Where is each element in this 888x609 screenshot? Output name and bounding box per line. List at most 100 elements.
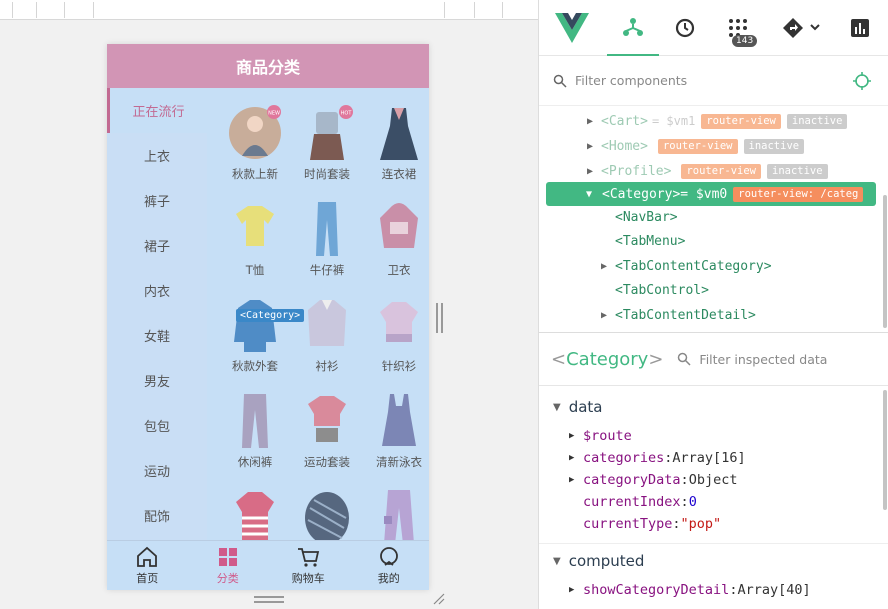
bar-chart-icon — [851, 19, 869, 37]
tab-label: 我的 — [377, 572, 400, 585]
history-icon — [675, 18, 695, 38]
category-menu-item[interactable]: 男友 — [107, 358, 207, 403]
expand-arrow-icon[interactable]: ▼ — [586, 189, 592, 200]
component-highlight-label: <Category> — [236, 309, 305, 322]
striped-coat-icon — [300, 488, 354, 540]
tab-cart[interactable]: 购物车 — [268, 541, 349, 590]
tree-node[interactable]: ▶ <Cart> = $vm1 router-view inactive — [587, 110, 848, 132]
expand-arrow-icon[interactable]: ▶ — [569, 475, 583, 485]
category-grid-item[interactable]: 针织衫 — [363, 276, 429, 374]
tree-node-child[interactable]: ▶ <TabContentCategory> — [601, 255, 772, 277]
category-grid-item[interactable]: 清新泳衣 — [363, 372, 429, 470]
category-grid-item[interactable]: 秋款外套 — [219, 276, 291, 374]
filter-inspected-input[interactable] — [699, 351, 840, 367]
swimsuit-icon — [372, 392, 426, 450]
category-grid-item[interactable]: 衬衫 — [291, 276, 363, 374]
data-row[interactable]: ▶ $route — [569, 426, 632, 446]
resize-handle-vertical[interactable] — [436, 303, 444, 333]
tree-node-vm: = $vm1 — [651, 114, 696, 128]
expand-arrow-icon[interactable]: ▶ — [569, 453, 583, 463]
component-tree: ▶ <Cart> = $vm1 router-view inactive ▶ <Home> r… — [539, 110, 888, 330]
category-grid-item[interactable]: 卫衣 — [363, 180, 429, 278]
data-row[interactable]: currentType: "pop" — [569, 514, 721, 534]
device-ruler — [0, 0, 538, 20]
profile-icon — [379, 547, 398, 566]
category-grid-item[interactable]: HOT 时尚套装 — [291, 88, 363, 182]
data-row[interactable]: ▶ categories: Array[16] — [569, 448, 746, 468]
data-row[interactable]: ▶ categoryData: Object — [569, 470, 737, 490]
data-key: showCategoryDetail — [583, 582, 730, 598]
vuex-tab[interactable] — [713, 0, 763, 56]
data-value: 0 — [688, 494, 697, 510]
computed-section-header[interactable]: ▼ computed — [553, 552, 644, 570]
components-tab[interactable] — [607, 0, 659, 56]
category-grid-item[interactable] — [219, 468, 291, 540]
expand-arrow-icon[interactable]: ▶ — [569, 585, 583, 595]
expand-arrow-icon[interactable]: ▶ — [587, 116, 601, 127]
category-menu-item[interactable]: 运动 — [107, 448, 207, 493]
tree-node[interactable]: ▶ <Home> router-view inactive — [587, 135, 805, 157]
category-menu-item[interactable]: 正在流行 — [107, 88, 207, 133]
tree-node[interactable]: ▶ <Profile> router-view inactive — [587, 160, 828, 182]
expand-arrow-icon[interactable]: ▶ — [587, 166, 601, 177]
data-key: categoryData — [583, 472, 681, 488]
category-grid-item[interactable]: 牛仔裤 — [291, 180, 363, 278]
category-grid-item[interactable]: 连衣裙 — [363, 88, 429, 182]
category-menu-item[interactable]: 内衣 — [107, 268, 207, 313]
expand-arrow-icon[interactable]: ▶ — [601, 261, 615, 272]
tab-label: 分类 — [216, 572, 239, 585]
category-menu-item[interactable]: 包包 — [107, 403, 207, 448]
cargo-pants-icon — [372, 488, 426, 540]
timeline-tab[interactable] — [660, 0, 710, 56]
category-grid-item[interactable]: 运动套装 — [291, 372, 363, 470]
device-preview-pane: 商品分类 正在流行 上衣 裤子 裙子 内衣 女鞋 男友 包包 运动 配饰 NEW 秋款上新 HOT 时尚… — [0, 0, 538, 609]
tree-node-name: <TabContentCategory> — [615, 258, 772, 274]
tab-profile[interactable]: 我的 — [349, 541, 430, 590]
performance-tab[interactable] — [835, 0, 885, 56]
jeans-icon — [300, 200, 354, 258]
category-menu-item[interactable]: 女鞋 — [107, 313, 207, 358]
tree-node-child[interactable]: <TabMenu> — [601, 231, 685, 253]
category-grid-item[interactable] — [363, 468, 429, 540]
category-grid-item[interactable] — [291, 468, 363, 540]
data-key: categories — [583, 450, 665, 466]
category-grid-item[interactable]: NEW 秋款上新 — [219, 88, 291, 182]
expand-arrow-icon[interactable]: ▶ — [587, 141, 601, 152]
routing-tab[interactable] — [774, 0, 828, 56]
tree-node-child[interactable]: <TabControl> — [601, 280, 709, 302]
tree-node-child[interactable]: ▶ <TabContentDetail> — [601, 304, 756, 326]
data-row[interactable]: ▶ showCategoryDetail: Array[40] — [569, 580, 811, 600]
select-component-icon[interactable] — [853, 72, 871, 90]
page-title: 商品分类 — [107, 44, 429, 88]
tree-node-child[interactable]: <NavBar> — [601, 206, 678, 228]
category-grid-item[interactable]: T恤 — [219, 180, 291, 278]
sports-set-icon — [300, 392, 354, 450]
inspector-scrollbar[interactable] — [883, 390, 887, 510]
expand-arrow-icon[interactable]: ▶ — [601, 310, 615, 321]
tree-node-category-selected[interactable]: ▼ <Category> = $vm0 router-view: /categ — [546, 182, 876, 206]
inspector-header: <Category> — [539, 332, 888, 386]
tree-node-tag: inactive — [743, 138, 805, 154]
resize-handle-horizontal[interactable] — [254, 596, 284, 604]
tree-scrollbar[interactable] — [883, 195, 887, 328]
data-section-header[interactable]: ▼ data — [553, 398, 603, 416]
tab-label: 购物车 — [291, 572, 325, 585]
router-view-tag: router-view: /categ — [733, 186, 864, 202]
category-menu-item[interactable]: 配饰 — [107, 493, 207, 538]
resize-corner-icon[interactable] — [432, 592, 446, 606]
data-key: $route — [583, 428, 632, 444]
category-menu-item[interactable]: 裤子 — [107, 178, 207, 223]
category-menu-item[interactable]: 上衣 — [107, 133, 207, 178]
tab-home[interactable]: 首页 — [107, 541, 188, 590]
data-row[interactable]: currentIndex: 0 — [569, 492, 697, 512]
filter-components-input[interactable] — [575, 73, 825, 88]
dress-icon — [372, 104, 426, 162]
expand-arrow-icon[interactable]: ▶ — [569, 431, 583, 441]
inspected-data: ▼ data ▼ computed ▶ $route ▶ categories: Arra… — [539, 390, 888, 609]
tab-category[interactable]: 分类 — [188, 541, 269, 590]
category-menu-item[interactable]: 裙子 — [107, 223, 207, 268]
data-sep: : — [664, 450, 673, 466]
category-grid-item[interactable]: 休闲裤 — [219, 372, 291, 470]
routing-icon — [783, 18, 820, 38]
tab-bar: 首页 分类 购物车 我的 — [107, 540, 429, 590]
